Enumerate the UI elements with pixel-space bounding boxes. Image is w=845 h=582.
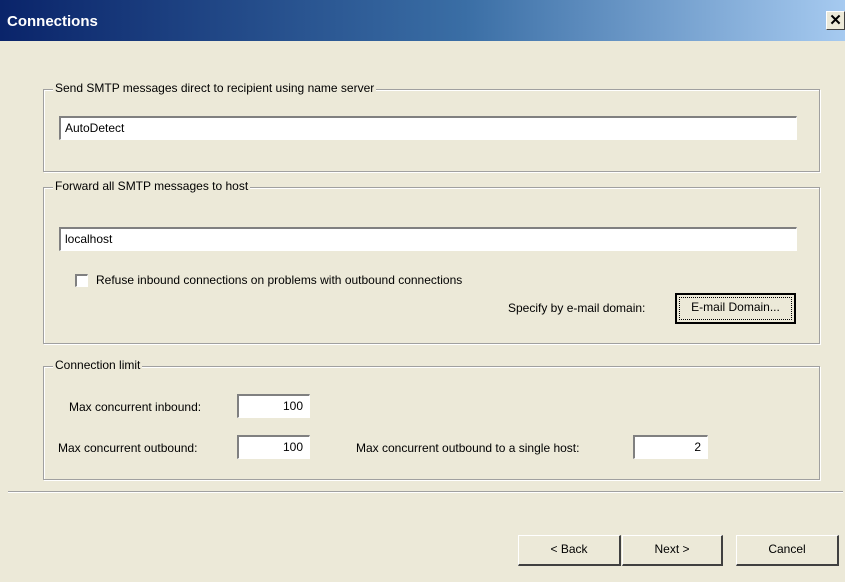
refuse-inbound-label: Refuse inbound connections on problems w… — [96, 273, 463, 287]
email-domain-button[interactable]: E-mail Domain... — [675, 293, 796, 324]
forward-host-input[interactable]: localhost — [59, 227, 797, 251]
connection-limit-group: Connection limit — [43, 358, 820, 480]
max-inbound-label: Max concurrent inbound: — [69, 400, 202, 414]
window-title: Connections — [7, 13, 98, 30]
smtp-forward-legend: Forward all SMTP messages to host — [53, 179, 251, 193]
footer-separator — [8, 491, 843, 493]
max-outbound-input[interactable]: 100 — [237, 435, 310, 459]
max-single-host-input[interactable]: 2 — [633, 435, 708, 459]
cancel-button[interactable]: Cancel — [736, 535, 839, 566]
refuse-inbound-checkbox[interactable] — [75, 274, 88, 287]
title-bar: Connections ✕ — [0, 0, 845, 41]
connection-limit-legend: Connection limit — [53, 358, 143, 372]
max-single-host-label: Max concurrent outbound to a single host… — [356, 441, 580, 455]
back-button[interactable]: < Back — [518, 535, 621, 566]
next-button[interactable]: Next > — [622, 535, 723, 566]
name-server-input[interactable]: AutoDetect — [59, 116, 797, 140]
max-outbound-label: Max concurrent outbound: — [58, 441, 198, 455]
max-inbound-input[interactable]: 100 — [237, 394, 310, 418]
close-icon[interactable]: ✕ — [826, 11, 845, 30]
specify-domain-label: Specify by e-mail domain: — [508, 301, 646, 315]
smtp-direct-legend: Send SMTP messages direct to recipient u… — [53, 81, 377, 95]
